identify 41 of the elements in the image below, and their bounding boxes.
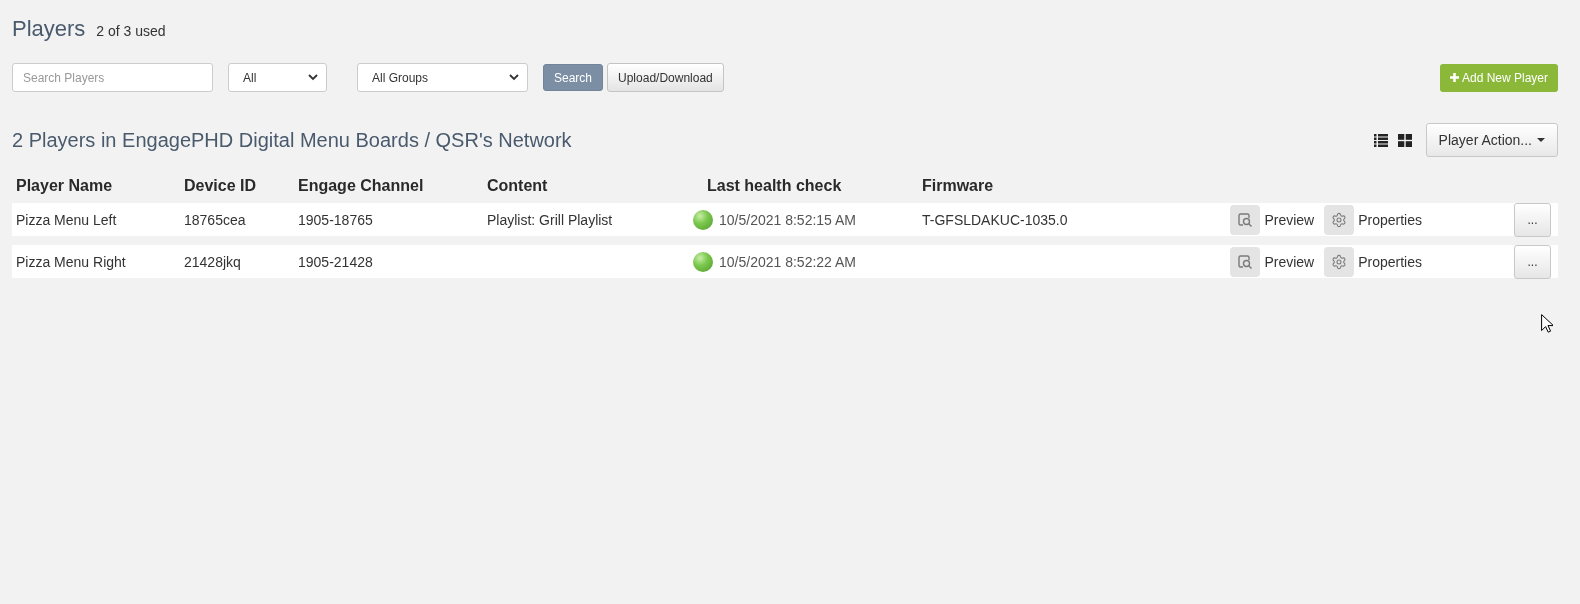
grid-view-icon[interactable] <box>1397 133 1412 147</box>
column-header: Engage Channel <box>298 177 425 195</box>
upload-download-button[interactable]: Upload/Download <box>607 63 724 92</box>
plus-icon <box>1449 73 1459 82</box>
table-cell: 10/5/2021 8:52:15 AM <box>719 212 856 228</box>
status-filter-select[interactable]: All <box>228 63 327 92</box>
column-header: Firmware <box>922 177 995 195</box>
usage-count: 2 of 3 used <box>96 23 166 39</box>
document-search-icon <box>1230 205 1261 235</box>
more-button[interactable]: ... <box>1514 245 1551 279</box>
properties-button[interactable]: Properties <box>1324 205 1422 235</box>
column-header: Device ID <box>184 177 258 195</box>
column-header: Player Name <box>16 177 114 195</box>
caret-icon <box>1537 138 1545 142</box>
gear-icon <box>1324 247 1355 277</box>
gear-icon <box>1324 205 1355 235</box>
properties-button[interactable]: Properties <box>1324 247 1422 277</box>
table-cell-text: 1905-21428 <box>298 254 374 270</box>
list-view-icon[interactable] <box>1373 133 1388 147</box>
more-button[interactable]: ... <box>1514 203 1551 237</box>
network-heading: 2 Players in EngagePHD Digital Menu Boards / QSR's Network <box>12 128 572 152</box>
group-filter-select[interactable]: All Groups <box>357 63 528 92</box>
table-cell-text: T-GFSLDAKUC-1035.0 <box>922 212 1069 228</box>
chevron-down-icon <box>509 74 519 81</box>
search-field[interactable]: Search Players <box>12 63 213 92</box>
player-action-button[interactable]: Player Action... <box>1425 123 1558 157</box>
column-header: Last health check <box>706 177 843 195</box>
page-title: Players <box>12 16 86 42</box>
column-header: Content <box>487 177 549 195</box>
mouse-pointer-icon <box>1541 314 1553 333</box>
table-cell-text: 18765cea <box>184 212 247 228</box>
document-search-icon <box>1230 247 1261 277</box>
table-cell-text: 21428jkq <box>184 254 242 270</box>
table-cell-text: Playlist: Grill Playlist <box>487 212 614 228</box>
table-cell-text: 1905-18765 <box>298 212 374 228</box>
table-cell-text: Pizza Menu Right <box>16 254 127 270</box>
table-cell-text: Pizza Menu Left <box>16 212 118 228</box>
preview-button[interactable]: Preview <box>1230 247 1315 277</box>
chevron-down-icon <box>308 74 318 81</box>
preview-button[interactable]: Preview <box>1230 205 1315 235</box>
table-cell: 10/5/2021 8:52:22 AM <box>719 254 856 270</box>
